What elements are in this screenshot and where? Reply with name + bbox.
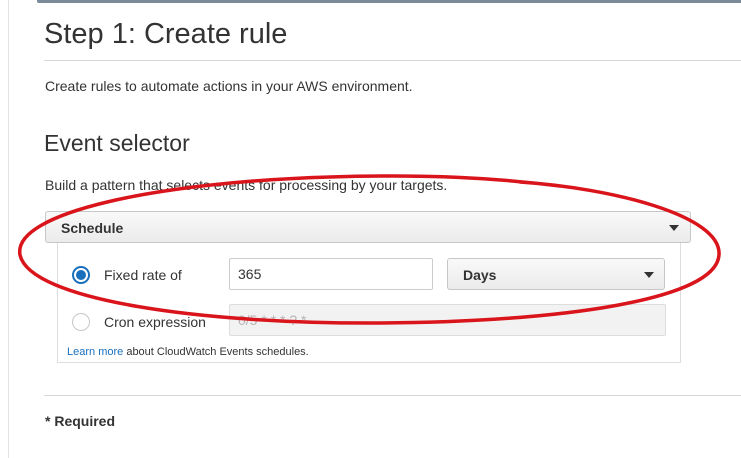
cron-expression-radio[interactable] bbox=[72, 313, 90, 331]
caret-down-icon bbox=[644, 272, 654, 278]
caret-down-icon bbox=[669, 225, 679, 231]
page-title: Step 1: Create rule bbox=[44, 18, 288, 50]
page-left-border bbox=[8, 0, 9, 458]
fixed-rate-label: Fixed rate of bbox=[104, 267, 182, 283]
footer-divider bbox=[44, 395, 741, 396]
radio-selected-dot-icon bbox=[76, 270, 86, 280]
event-source-selected: Schedule bbox=[61, 220, 124, 236]
schedules-help-text: Learn more about CloudWatch Events sched… bbox=[67, 346, 309, 358]
title-divider bbox=[44, 60, 741, 61]
learn-more-link[interactable]: Learn more bbox=[67, 346, 123, 358]
rate-unit-selected: Days bbox=[463, 267, 497, 283]
top-bar bbox=[37, 0, 741, 3]
event-selector-description: Build a pattern that selects events for … bbox=[45, 177, 448, 193]
intro-text: Create rules to automate actions in your… bbox=[45, 78, 413, 94]
help-text-suffix: about CloudWatch Events schedules. bbox=[123, 346, 309, 358]
rate-unit-select[interactable]: Days bbox=[447, 258, 665, 290]
cron-expression-input[interactable] bbox=[229, 304, 666, 336]
required-note: * Required bbox=[45, 413, 116, 429]
event-source-dropdown[interactable]: Schedule bbox=[45, 211, 691, 243]
cron-expression-label: Cron expression bbox=[104, 314, 206, 330]
page: Step 1: Create rule Create rules to auto… bbox=[0, 0, 741, 458]
fixed-rate-input[interactable] bbox=[229, 258, 433, 290]
event-selector-title: Event selector bbox=[44, 130, 190, 156]
fixed-rate-radio[interactable] bbox=[72, 266, 90, 284]
